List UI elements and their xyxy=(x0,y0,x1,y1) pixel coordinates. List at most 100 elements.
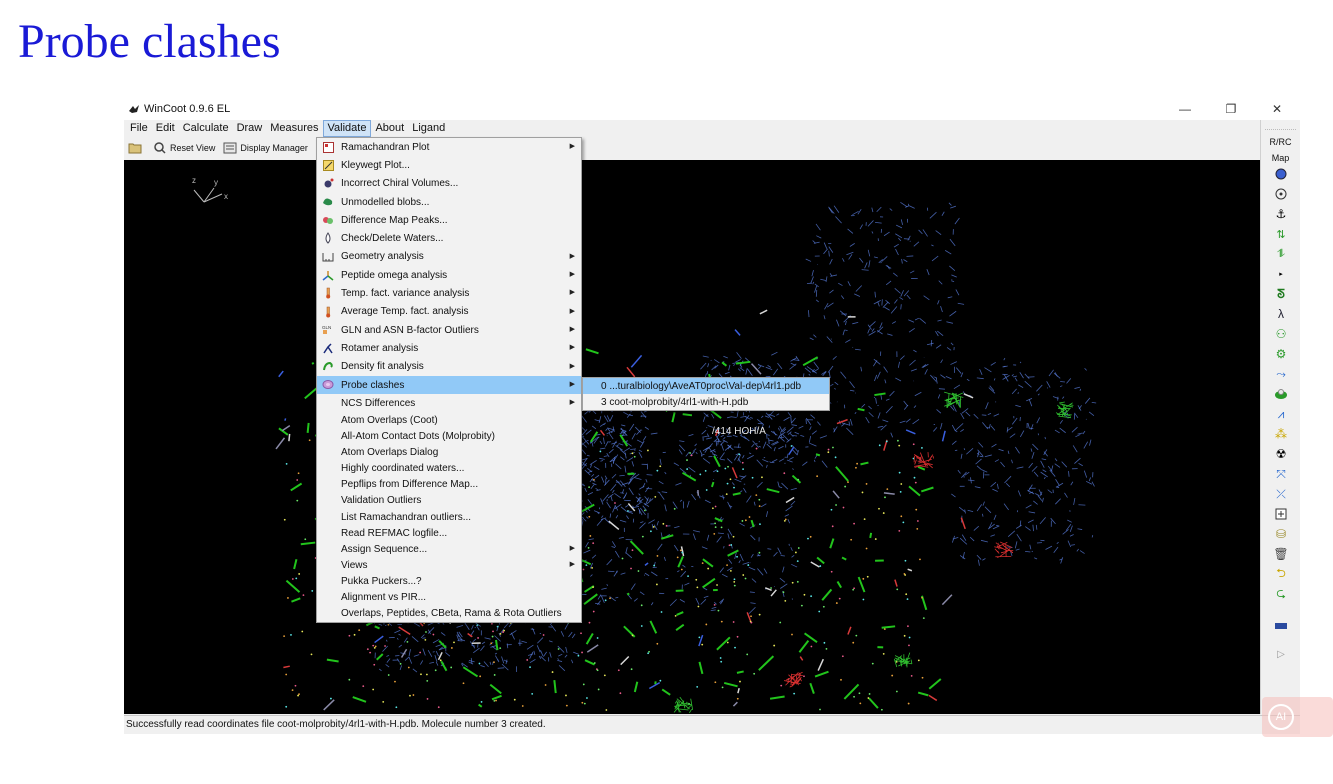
validate-menu-item-probe-clashes[interactable]: Probe clashes ▶ xyxy=(317,375,581,395)
cross-icon[interactable]: ⤫ xyxy=(1261,484,1301,504)
probe-molecule-0[interactable]: 0 ...turalbiology\AveAT0proc\Val-dep\4rl… xyxy=(583,378,829,394)
title-bar: WinCoot 0.9.6 EL — ❐ ✕ xyxy=(124,98,1300,120)
redo-icon[interactable]: ⮎ xyxy=(1261,584,1301,604)
density-icon xyxy=(322,361,334,373)
close-button[interactable]: ✕ xyxy=(1254,98,1300,120)
submenu-arrow-icon: ▶ xyxy=(569,561,575,569)
validate-menu-item-assign-sequence[interactable]: Assign Sequence... ▶ xyxy=(317,541,581,557)
thermometer-icon xyxy=(322,287,334,299)
edit-chi-icon[interactable]: ⤳ xyxy=(1261,364,1301,384)
submenu-arrow-icon: ▶ xyxy=(569,307,575,315)
menu-item-label: Atom Overlaps Dialog xyxy=(341,447,439,459)
kleywegt-icon xyxy=(322,159,334,171)
anchor-icon[interactable]: ⚓ xyxy=(1261,204,1301,224)
rigid-body-icon[interactable]: ⇅ xyxy=(1261,224,1301,244)
play-icon[interactable]: ▷ xyxy=(1261,644,1301,664)
reset-view-label: Reset View xyxy=(170,143,216,153)
menu-item-label: Rotamer analysis xyxy=(341,342,419,354)
menu-item-label: Probe clashes xyxy=(341,379,405,391)
menu-item-label: Alignment vs PIR... xyxy=(341,592,427,604)
undo-icon[interactable]: ⮌ xyxy=(1261,564,1301,584)
axis-x-label: x xyxy=(224,192,228,201)
display-manager-button[interactable]: Display Manager xyxy=(223,142,308,154)
rotamer-tool-icon[interactable]: λ xyxy=(1261,304,1301,324)
menu-item-label: Pepflips from Difference Map... xyxy=(341,479,479,491)
validate-menu-item-ncs-differences[interactable]: NCS Differences ▶ xyxy=(317,394,581,412)
validate-menu-item-atom-overlaps-dialog[interactable]: Atom Overlaps Dialog xyxy=(317,445,581,461)
small-arrow-icon[interactable]: ▸ xyxy=(1261,264,1301,284)
add-residue-icon[interactable]: ᘕ xyxy=(1261,284,1301,304)
validate-menu-item-ramachandran-plot[interactable]: Ramachandran Plot ▶ xyxy=(317,138,581,156)
water-icon[interactable] xyxy=(1261,384,1301,404)
torsion-icon[interactable]: ⩘ xyxy=(1261,404,1301,424)
validate-menu-item-overlaps-peptides-cbeta-rama-rota-outliers[interactable]: Overlaps, Peptides, CBeta, Rama & Rota O… xyxy=(317,606,581,622)
menu-item-label: NCS Differences xyxy=(341,397,416,409)
sequence-view-icon[interactable] xyxy=(1261,616,1301,636)
validate-menu-item-density-fit-analysis[interactable]: Density fit analysis ▶ xyxy=(317,358,581,376)
validate-menu-item-atom-overlaps-coot[interactable]: Atom Overlaps (Coot) xyxy=(317,412,581,428)
validate-menu-item-validation-outliers[interactable]: Validation Outliers xyxy=(317,493,581,509)
peaks-icon xyxy=(322,214,334,226)
rotate-translate-icon[interactable] xyxy=(1261,184,1301,204)
validate-menu-item-alignment-vs-pir[interactable]: Alignment vs PIR... xyxy=(317,589,581,605)
auto-fit-icon[interactable]: ⚙ xyxy=(1261,344,1301,364)
probe-molecule-3[interactable]: 3 coot-molprobity/4rl1-with-H.pdb xyxy=(583,394,829,410)
maximize-button[interactable]: ❐ xyxy=(1208,98,1254,120)
menu-file[interactable]: File xyxy=(126,120,152,137)
validate-menu-item-all-atom-contact-dots-molprobity[interactable]: All-Atom Contact Dots (Molprobity) xyxy=(317,429,581,445)
validate-menu-item-kleywegt-plot[interactable]: Kleywegt Plot... xyxy=(317,156,581,174)
submenu-arrow-icon: ▶ xyxy=(569,545,575,553)
menu-validate[interactable]: Validate xyxy=(322,119,372,137)
reset-view-button[interactable]: Reset View xyxy=(153,142,215,154)
menu-item-label: Read REFMAC logfile... xyxy=(341,527,448,539)
graphics-viewport[interactable]: z y x /414 HOH/A xyxy=(124,160,1260,714)
menu-measures[interactable]: Measures xyxy=(266,120,322,137)
trash-icon[interactable]: 🗑 xyxy=(1261,544,1301,564)
submenu-arrow-icon: ▶ xyxy=(569,399,575,407)
validate-menu-item-unmodelled-blobs[interactable]: Unmodelled blobs... xyxy=(317,193,581,211)
validate-menu-item-views[interactable]: Views ▶ xyxy=(317,557,581,573)
validate-menu-item-read-refmac-logfile[interactable]: Read REFMAC logfile... xyxy=(317,525,581,541)
menu-calculate[interactable]: Calculate xyxy=(179,120,233,137)
validate-menu-item-temp-fact-variance-analysis[interactable]: Temp. fact. variance analysis ▶ xyxy=(317,284,581,302)
map-button[interactable]: Map xyxy=(1261,152,1300,164)
bond-icon[interactable]: ⤧ xyxy=(1261,464,1301,484)
validate-menu-item-check-delete-waters[interactable]: Check/Delete Waters... xyxy=(317,229,581,247)
cake-icon[interactable]: ⛁ xyxy=(1261,524,1301,544)
rrc-button[interactable]: R/RC xyxy=(1261,136,1300,148)
submenu-arrow-icon: ▶ xyxy=(569,325,575,333)
geometry-icon xyxy=(322,251,334,263)
menu-draw[interactable]: Draw xyxy=(233,120,267,137)
validate-menu-item-geometry-analysis[interactable]: Geometry analysis ▶ xyxy=(317,248,581,266)
display-manager-label: Display Manager xyxy=(240,143,308,153)
menu-item-label: Temp. fact. variance analysis xyxy=(341,288,470,300)
menu-item-label: Average Temp. fact. analysis xyxy=(341,306,469,318)
menu-ligand[interactable]: Ligand xyxy=(408,120,449,137)
validate-menu-item-gln-and-asn-b-factor-outliers[interactable]: GLN GLN and ASN B-factor Outliers ▶ xyxy=(317,321,581,339)
radiation-icon[interactable]: ☢ xyxy=(1261,444,1301,464)
validate-menu-item-rotamer-analysis[interactable]: Rotamer analysis ▶ xyxy=(317,339,581,357)
magnifier-icon xyxy=(153,142,167,154)
validate-menu-item-difference-map-peaks[interactable]: Difference Map Peaks... xyxy=(317,211,581,229)
validate-menu-item-pepflips-from-difference-map[interactable]: Pepflips from Difference Map... xyxy=(317,477,581,493)
menu-about[interactable]: About xyxy=(371,120,408,137)
open-folder-button[interactable] xyxy=(128,142,145,154)
probe-clashes-submenu: 0 ...turalbiology\AveAT0proc\Val-dep\4rl… xyxy=(582,377,830,411)
flip-icon[interactable]: ⥮ xyxy=(1261,244,1301,264)
display-manager-icon xyxy=(223,142,237,154)
validate-menu-item-pukka-puckers[interactable]: Pukka Puckers...? xyxy=(317,573,581,589)
validate-menu-item-highly-coordinated-waters[interactable]: Highly coordinated waters... xyxy=(317,461,581,477)
menu-item-label: Kleywegt Plot... xyxy=(341,159,410,171)
submenu-arrow-icon: ▶ xyxy=(569,252,575,260)
validate-menu-item-average-temp-fact-analysis[interactable]: Average Temp. fact. analysis ▶ xyxy=(317,303,581,321)
minimize-button[interactable]: — xyxy=(1162,98,1208,120)
add-box-icon[interactable] xyxy=(1261,504,1301,524)
add-atom-icon[interactable]: ⁂ xyxy=(1261,424,1301,444)
sphere-refine-icon[interactable] xyxy=(1261,164,1301,184)
validate-menu-item-list-ramachandran-outliers[interactable]: List Ramachandran outliers... xyxy=(317,509,581,525)
validate-menu-item-incorrect-chiral-volumes[interactable]: Incorrect Chiral Volumes... xyxy=(317,175,581,193)
menu-edit[interactable]: Edit xyxy=(152,120,179,137)
menu-item-label: Ramachandran Plot xyxy=(341,141,430,153)
mutate-icon[interactable]: ⚇ xyxy=(1261,324,1301,344)
validate-menu-item-peptide-omega-analysis[interactable]: Peptide omega analysis ▶ xyxy=(317,266,581,284)
